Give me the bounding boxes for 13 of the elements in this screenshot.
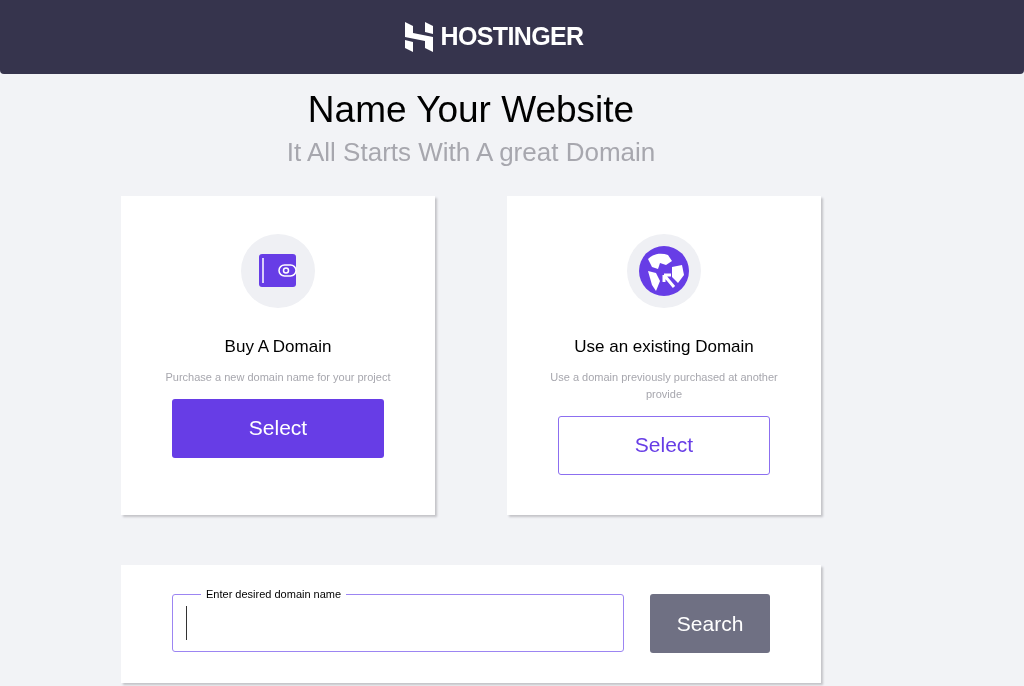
- option-title: Use an existing Domain: [574, 336, 754, 358]
- globe-icon: [638, 245, 690, 297]
- page-subtitle: It All Starts With A great Domain: [286, 136, 656, 168]
- brand-name: HOSTINGER: [440, 21, 584, 53]
- page-title: Name Your Website: [307, 88, 635, 132]
- select-button[interactable]: Select: [558, 415, 770, 475]
- option-description: Use a domain previously purchased at another provide: [549, 369, 779, 402]
- option-description: Purchase a new domain name for your project: [164, 369, 392, 385]
- wallet-icon: [259, 254, 297, 288]
- text-cursor: [186, 605, 187, 640]
- logo-icon: [404, 22, 433, 52]
- select-button[interactable]: Select: [172, 398, 384, 458]
- option-title: Buy A Domain: [224, 336, 332, 358]
